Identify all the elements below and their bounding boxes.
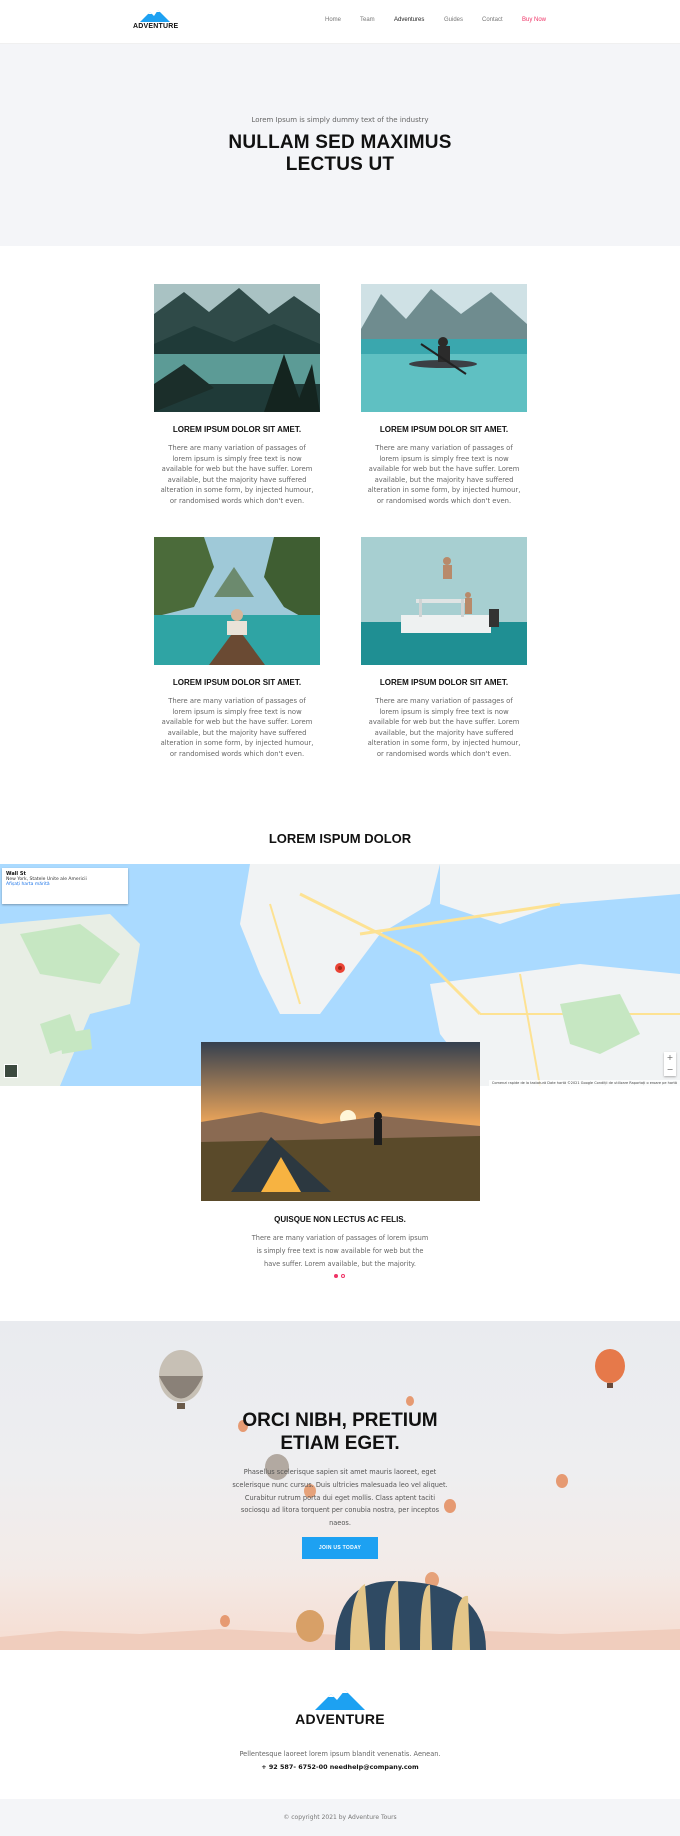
card-title: LOREM IPSUM DOLOR SIT AMET. [172, 425, 302, 434]
lake-mountains-image [154, 284, 320, 412]
mountain-logo-icon [140, 10, 170, 22]
nav-adventures[interactable]: Adventures [394, 17, 424, 23]
site-header: ADVENTURE Home Team Adventures Guides Co… [0, 0, 680, 44]
camping-sunset-image [201, 1042, 480, 1201]
card-text: There are many variation of passages of … [367, 697, 521, 758]
copyright-bar: © copyright 2021 by Adventure Tours [0, 1799, 680, 1836]
map-large-link[interactable]: Afișați harta mărită [6, 882, 124, 887]
feature-title: QUISQUE NON LECTUS AC FELIS. [274, 1215, 406, 1224]
nav-home[interactable]: Home [325, 17, 341, 23]
hero-subtitle: Lorem Ipsum is simply dummy text of the … [251, 116, 429, 124]
join-us-button[interactable]: JOIN US TODAY [302, 1537, 378, 1559]
card-text: There are many variation of passages of … [160, 444, 314, 505]
adventure-card: LOREM IPSUM DOLOR SIT AMET. There are ma… [361, 284, 527, 507]
feature-text: There are many variation of passages of … [251, 1234, 429, 1268]
zoom-in-icon[interactable]: + [664, 1052, 676, 1064]
footer-logo-text: ADVENTURE [295, 1711, 385, 1727]
card-title: LOREM IPSUM DOLOR SIT AMET. [379, 425, 509, 434]
logo[interactable]: ADVENTURE [133, 10, 179, 30]
map-attribution[interactable]: Comenzi rapide de la tastatură Date hart… [488, 1080, 680, 1086]
cta-text: Phasellus scelerisque sapien sit amet ma… [232, 1468, 448, 1528]
hero-title-line1: NULLAM SED MAXIMUS [228, 132, 452, 153]
footer-logo[interactable]: ADVENTURE [290, 1690, 390, 1727]
nav-buy-now[interactable]: Buy Now [522, 17, 546, 23]
slider-dot[interactable] [341, 1274, 345, 1278]
nav-contact[interactable]: Contact [482, 17, 503, 23]
map-section-title: LOREM ISPUM DOLOR [268, 831, 412, 846]
mountain-logo-icon [315, 1690, 365, 1710]
boat-cliffs-image [154, 537, 320, 665]
hero-section: Lorem Ipsum is simply dummy text of the … [0, 44, 680, 246]
nav-team[interactable]: Team [360, 17, 375, 23]
zoom-out-icon[interactable]: − [664, 1064, 676, 1076]
card-text: There are many variation of passages of … [367, 444, 521, 505]
logo-text: ADVENTURE [133, 23, 179, 30]
cta-title-line2: ETIAM EGET. [280, 1433, 400, 1454]
map-info-card: Wall St New York, Statele Unite ale Amer… [2, 868, 128, 904]
adventure-card: LOREM IPSUM DOLOR SIT AMET. There are ma… [361, 537, 527, 760]
adventure-card: LOREM IPSUM DOLOR SIT AMET. There are ma… [154, 537, 320, 760]
card-text: There are many variation of passages of … [160, 697, 314, 758]
boat-jump-image [361, 537, 527, 665]
kayak-lake-image [361, 284, 527, 412]
cta-title-line1: ORCI NIBH, PRETIUM [242, 1410, 438, 1431]
card-title: LOREM IPSUM DOLOR SIT AMET. [172, 678, 302, 687]
footer-description: Pellentesque laoreet lorem ipsum blandit… [239, 1750, 441, 1758]
slider-dot-active[interactable] [334, 1274, 338, 1278]
map-satellite-toggle[interactable] [4, 1064, 18, 1078]
adventure-card: LOREM IPSUM DOLOR SIT AMET. There are ma… [154, 284, 320, 507]
card-title: LOREM IPSUM DOLOR SIT AMET. [379, 678, 509, 687]
cta-title: ORCI NIBH, PRETIUM ETIAM EGET. [0, 1409, 680, 1455]
footer-contact[interactable]: + 92 587- 6752-00 needhelp@company.com [0, 1763, 680, 1771]
nav-guides[interactable]: Guides [444, 17, 463, 23]
hero-title-line2: LECTUS UT [285, 154, 395, 175]
map-zoom-control[interactable]: + − [664, 1052, 676, 1076]
hero-title: NULLAM SED MAXIMUS LECTUS UT [0, 132, 680, 176]
